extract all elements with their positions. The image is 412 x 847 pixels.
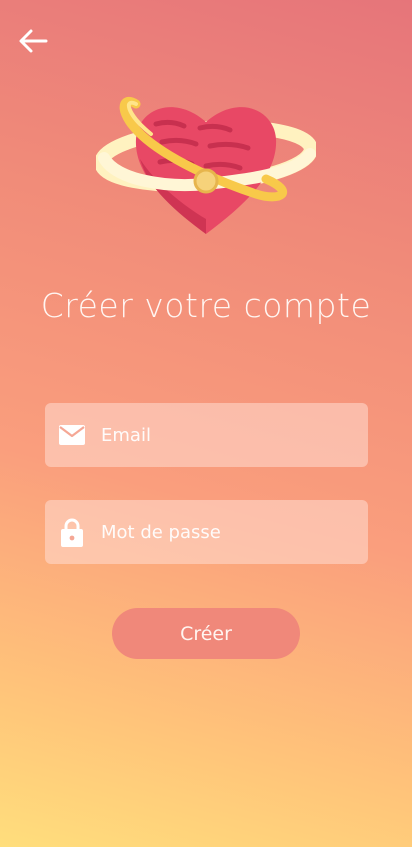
- create-account-button[interactable]: Créer: [112, 608, 300, 659]
- lock-icon: [59, 518, 85, 547]
- email-field[interactable]: [45, 403, 368, 467]
- back-button[interactable]: [16, 24, 50, 58]
- password-input[interactable]: [101, 500, 356, 564]
- email-input[interactable]: [101, 403, 356, 467]
- page-title: Créer votre compte: [40, 286, 372, 325]
- password-field[interactable]: [45, 500, 368, 564]
- heart-with-ring-icon: [94, 84, 318, 244]
- envelope-icon: [59, 422, 85, 448]
- arrow-left-icon: [19, 29, 48, 53]
